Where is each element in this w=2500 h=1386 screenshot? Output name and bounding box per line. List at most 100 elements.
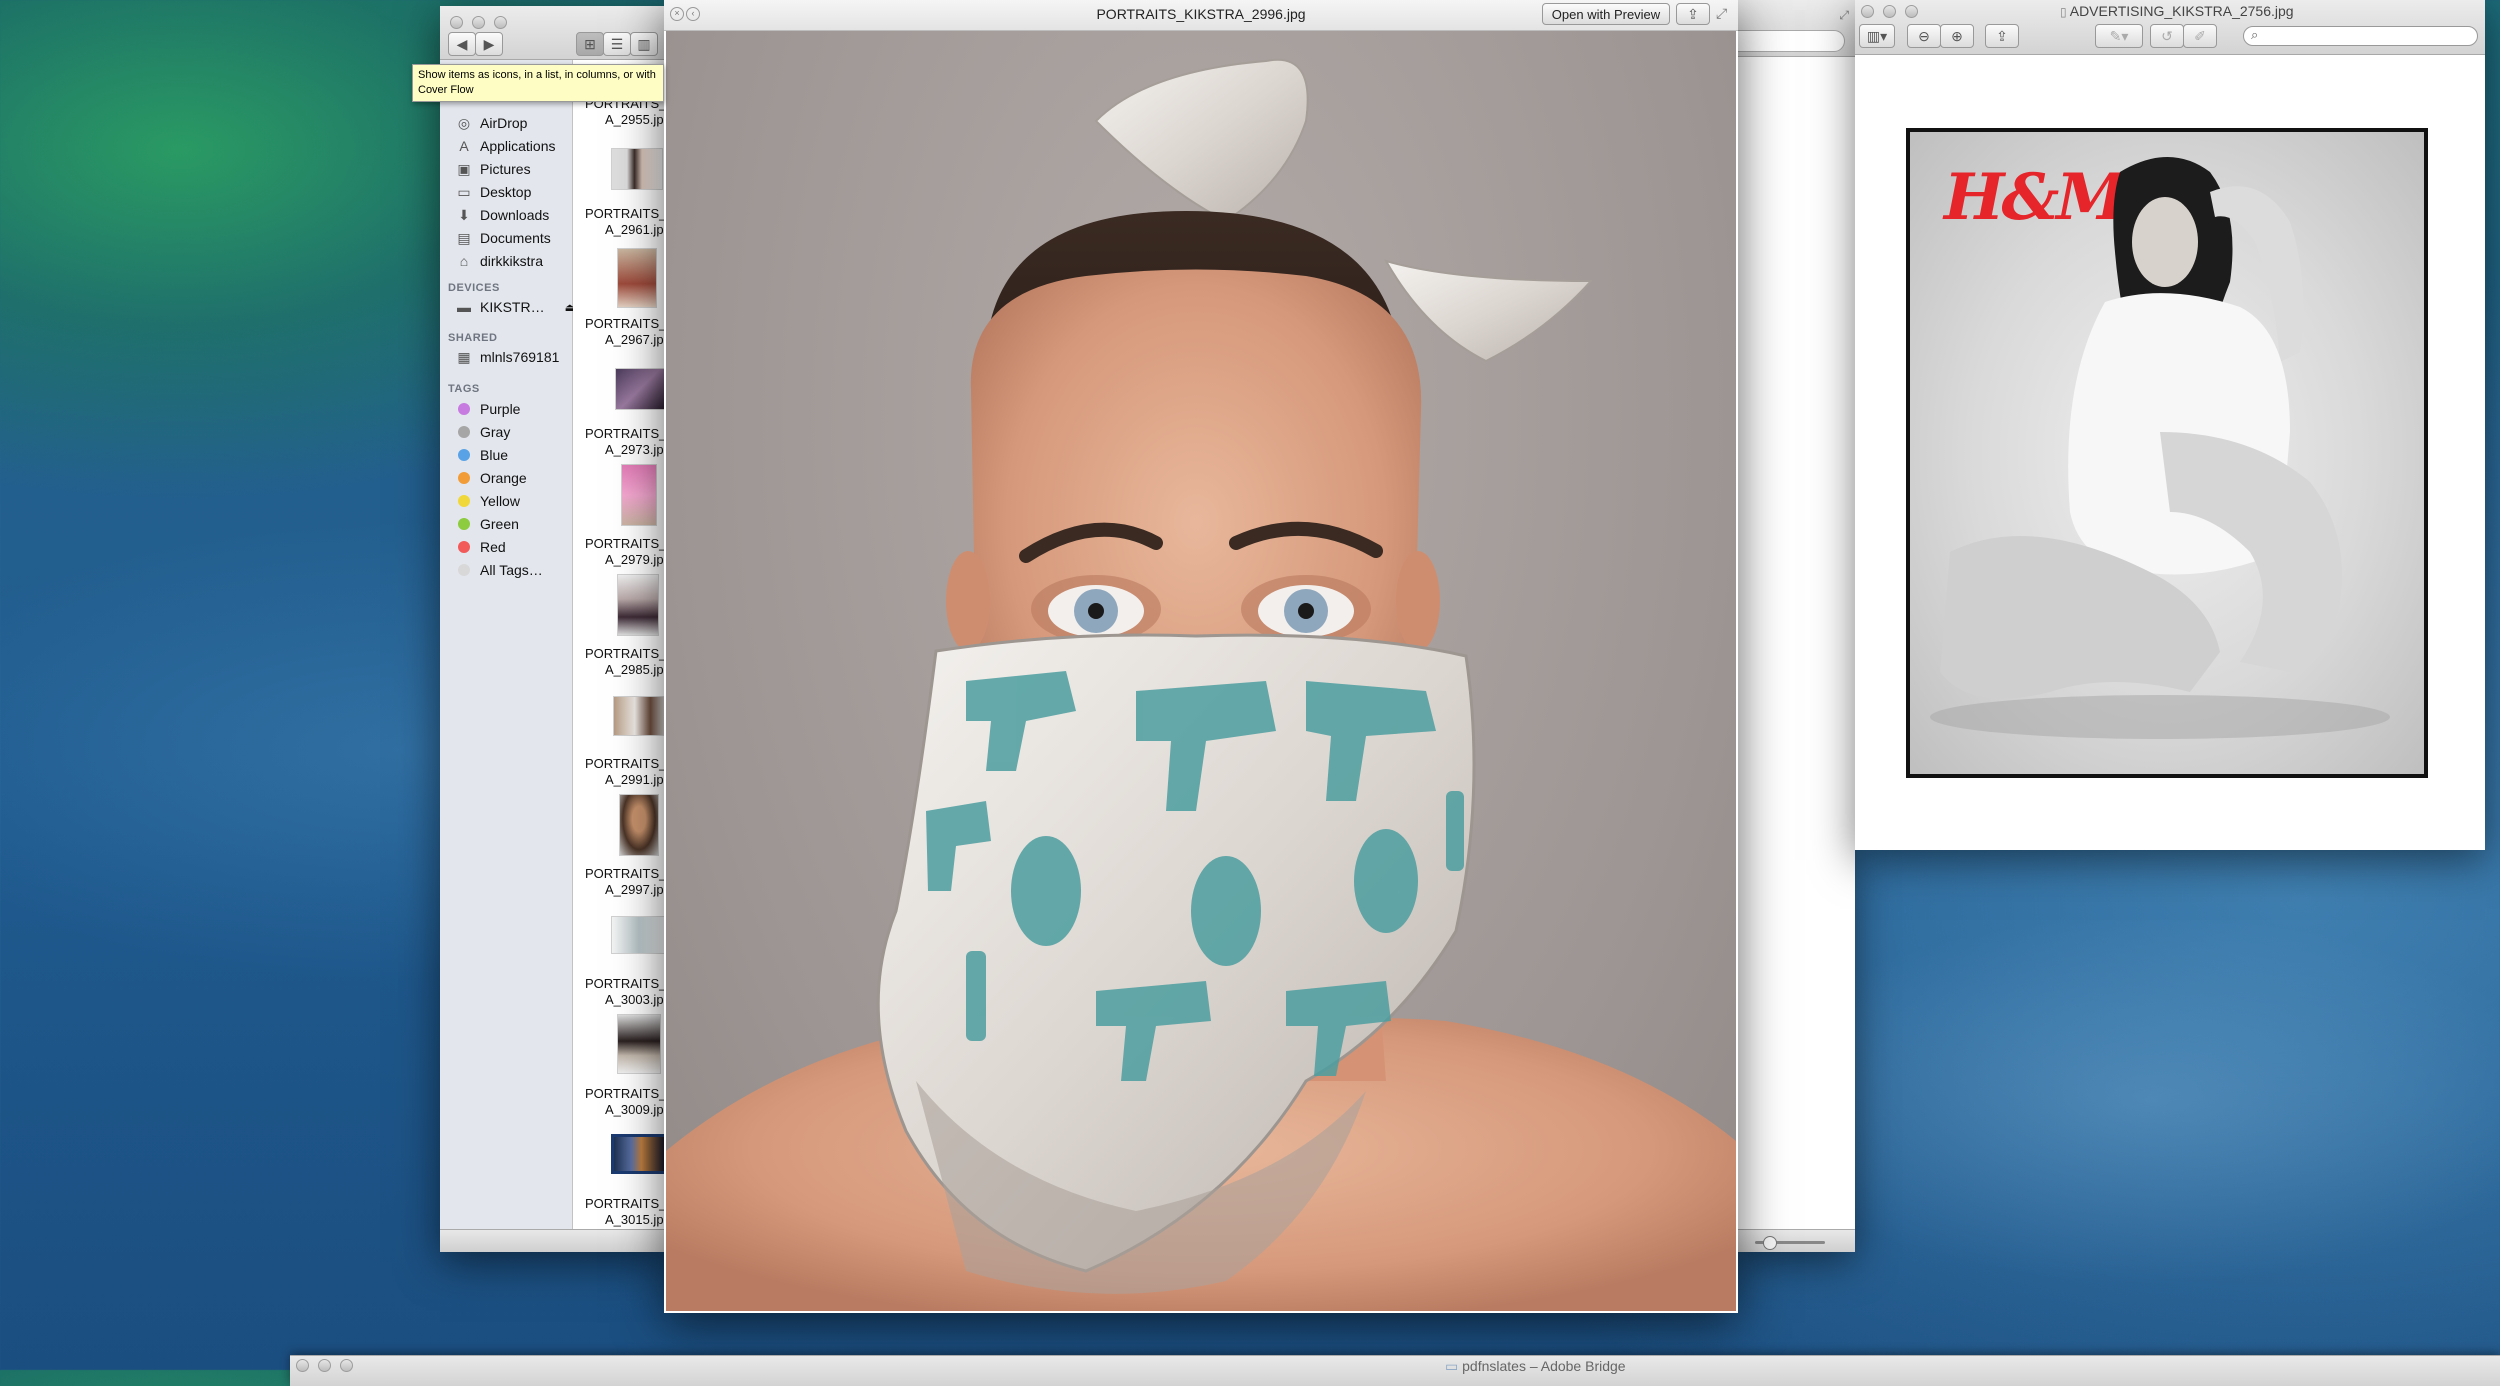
file-thumbnail[interactable] (619, 794, 659, 856)
file-item[interactable]: PORTRAITS_KA_2985.jpg (585, 646, 668, 678)
finder-window: ◀ ▶ ⊞ ☰ ▥ ◎AirDrop AApplications ▣Pictur… (440, 6, 668, 1252)
sidebar-item-applications[interactable]: AApplications (456, 135, 556, 157)
sidebar-item-airdrop[interactable]: ◎AirDrop (456, 112, 527, 134)
open-with-preview-button[interactable]: Open with Preview (1542, 3, 1670, 25)
bridge-window: ▭ pdfnslates – Adobe Bridge (290, 1355, 2500, 1386)
zoom-out-icon: ⊖ (1918, 28, 1930, 45)
folder-icon: ▭ (1445, 1358, 1458, 1374)
file-item[interactable]: PORTRAITS_KA_2967.jpg (585, 316, 668, 348)
minimize-button[interactable] (472, 16, 485, 29)
sidebar-tag-yellow[interactable]: Yellow (456, 490, 520, 512)
finder-sidebar: ◎AirDrop AApplications ▣Pictures ▭Deskto… (440, 60, 573, 1230)
list-view-button[interactable]: ☰ (603, 32, 631, 56)
zoom-out-button[interactable]: ⊖ (1907, 24, 1941, 48)
minimize-button[interactable] (318, 1359, 331, 1372)
sidebar-tag-purple[interactable]: Purple (456, 398, 520, 420)
file-thumbnail[interactable] (611, 916, 667, 954)
file-thumbnail[interactable] (613, 696, 667, 736)
forward-button[interactable]: ▶ (475, 32, 503, 56)
sidebar-icon: ▥▾ (1867, 28, 1887, 45)
sidebar-tag-green[interactable]: Green (456, 513, 519, 535)
close-button[interactable] (296, 1359, 309, 1372)
rotate-button[interactable]: ↺ (2150, 24, 2184, 48)
documents-icon: ▤ (456, 230, 472, 246)
sidebar-item-device[interactable]: ▬KIKSTR…⏏ (456, 296, 575, 318)
quicklook-toolbar: × ‹ PORTRAITS_KIKSTRA_2996.jpg Open with… (664, 0, 1738, 31)
share-button[interactable]: ⇪ (1985, 24, 2019, 48)
sidebar-tag-blue[interactable]: Blue (456, 444, 508, 466)
zoom-button[interactable] (1905, 5, 1918, 18)
file-item[interactable]: PORTRAITS_KA_2997.jpg (585, 866, 668, 898)
icon-view-button[interactable]: ⊞ (576, 32, 604, 56)
file-thumbnail[interactable] (617, 574, 659, 636)
column-view-button[interactable]: ▥ (630, 32, 658, 56)
sidebar-item-documents[interactable]: ▤Documents (456, 227, 551, 249)
disk-icon: ▬ (456, 299, 472, 315)
zoom-slider-knob[interactable] (1763, 1236, 1777, 1250)
sidebar-tag-gray[interactable]: Gray (456, 421, 510, 443)
sidebar-item-home[interactable]: ⌂dirkkikstra (456, 250, 543, 272)
tag-dot-icon (458, 495, 470, 507)
rotate-icon: ↺ (2161, 28, 2173, 45)
sidebar-header-devices: DEVICES (448, 282, 500, 294)
expand-icon[interactable]: ⤢ (1716, 5, 1727, 22)
advertising-photo: H&M (1906, 128, 2428, 778)
file-thumbnail[interactable] (617, 1014, 661, 1074)
search-field[interactable]: ⌕ (2243, 26, 2478, 46)
tag-dot-icon (458, 472, 470, 484)
file-item[interactable]: PORTRAITS_KA_2979.jpg (585, 536, 668, 568)
file-thumbnail[interactable] (611, 148, 663, 190)
file-item[interactable]: PORTRAITS_KA_3009.jpg (585, 1086, 668, 1118)
sidebar-tag-red[interactable]: Red (456, 536, 506, 558)
expand-icon[interactable]: ⤢ (1839, 8, 1849, 23)
window-controls (296, 1359, 353, 1372)
window-controls (450, 16, 507, 29)
sidebar-tag-all[interactable]: All Tags… (456, 559, 543, 581)
view-mode-tooltip: Show items as icons, in a list, in colum… (412, 64, 664, 102)
minimize-button[interactable] (1883, 5, 1896, 18)
search-icon: ⌕ (2251, 27, 2258, 43)
sidebar-item-pictures[interactable]: ▣Pictures (456, 158, 531, 180)
annotate-button[interactable]: ✎▾ (2095, 24, 2143, 48)
file-thumbnail[interactable] (617, 248, 657, 308)
preview-window: ▯ ADVERTISING_KIKSTRA_2756.jpg ▥▾ ⊖ ⊕ ⇪ … (1855, 0, 2485, 850)
file-item[interactable]: PORTRAITS_KA_3015.jpg (585, 1196, 668, 1228)
sidebar-item-desktop[interactable]: ▭Desktop (456, 181, 531, 203)
share-button[interactable]: ⇪ (1676, 3, 1710, 25)
list-icon: ☰ (611, 36, 624, 53)
tag-dot-icon (458, 426, 470, 438)
network-computer-icon: ▦ (456, 349, 472, 365)
pen-icon: ✎▾ (2110, 28, 2129, 45)
zoom-in-button[interactable]: ⊕ (1940, 24, 1974, 48)
file-item[interactable]: PORTRAITS_KA_2961.jpg (585, 206, 668, 238)
file-thumbnail[interactable] (615, 368, 665, 410)
sidebar-item-shared[interactable]: ▦mlnls769181 (456, 346, 559, 368)
applications-icon: A (456, 138, 472, 154)
downloads-icon: ⬇ (456, 207, 472, 223)
zoom-button[interactable] (494, 16, 507, 29)
file-item[interactable]: PORTRAITS_KA_2991.jpg (585, 756, 668, 788)
background-window-field[interactable] (1735, 30, 1845, 52)
tag-dot-icon (458, 403, 470, 415)
file-thumbnail[interactable] (621, 464, 657, 526)
file-item[interactable]: PORTRAITS_KA_3003.jpg (585, 976, 668, 1008)
zoom-button[interactable] (340, 1359, 353, 1372)
model-figure (1910, 132, 2424, 774)
forward-arrow-icon: ▶ (484, 36, 495, 53)
airdrop-icon: ◎ (456, 115, 472, 131)
zoom-in-icon: ⊕ (1951, 28, 1963, 45)
file-item[interactable]: PORTRAITS_KA_2973.jpg (585, 426, 668, 458)
close-button[interactable] (450, 16, 463, 29)
sidebar-tag-orange[interactable]: Orange (456, 467, 527, 489)
sidebar-item-downloads[interactable]: ⬇Downloads (456, 204, 549, 226)
window-controls (1861, 5, 1918, 18)
sidebar-header-shared: SHARED (448, 332, 497, 344)
edit-toolbar-icon: ✐ (2194, 28, 2206, 45)
sidebar-toggle-button[interactable]: ▥▾ (1859, 24, 1895, 48)
portrait-photo (666, 31, 1736, 1311)
close-button[interactable] (1861, 5, 1874, 18)
zoom-slider[interactable] (1755, 1241, 1825, 1244)
back-button[interactable]: ◀ (448, 32, 476, 56)
file-thumbnail[interactable] (611, 1134, 667, 1174)
edit-button[interactable]: ✐ (2183, 24, 2217, 48)
